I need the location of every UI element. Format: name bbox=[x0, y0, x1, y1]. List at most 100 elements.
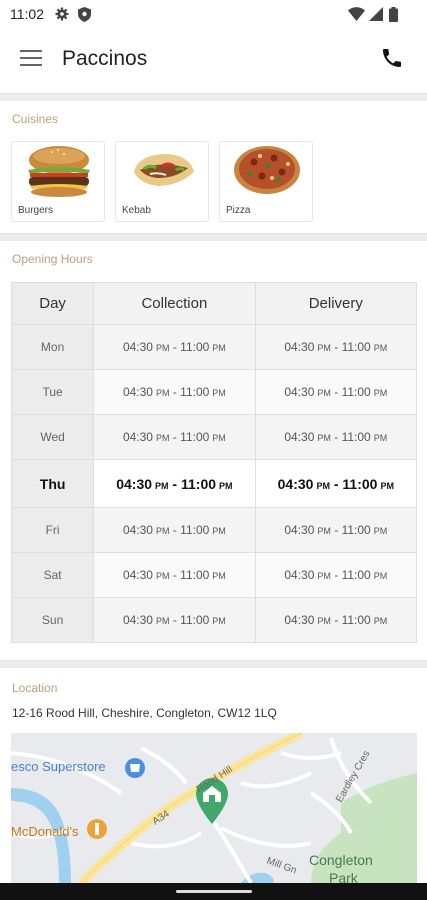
close-time: 11:00 bbox=[341, 613, 371, 627]
table-row: Sun 04:30 PM - 11:00 PM 04:30 PM - 11:00 PM bbox=[10, 597, 418, 643]
location-heading: Location bbox=[12, 681, 58, 695]
open-time: 04:30 bbox=[284, 340, 315, 354]
open-time: 04:30 bbox=[122, 568, 153, 582]
time-suffix: PM bbox=[212, 388, 226, 398]
menu-icon[interactable] bbox=[20, 50, 42, 70]
time-suffix: PM bbox=[155, 571, 170, 581]
time-suffix: PM bbox=[317, 526, 331, 536]
close-time: 11:00 bbox=[180, 340, 210, 354]
kebab-image bbox=[128, 142, 198, 198]
location-map[interactable]: esco Superstore McDonald's Rood Hill A34… bbox=[11, 733, 417, 883]
table-header-collection: Collection bbox=[93, 282, 256, 325]
time-separator: - bbox=[169, 523, 181, 537]
open-time: 04:30 bbox=[122, 613, 153, 627]
close-time: 11:00 bbox=[342, 475, 378, 492]
day-cell: Fri bbox=[10, 507, 95, 553]
day-cell: Tue bbox=[10, 369, 95, 415]
time-suffix: PM bbox=[380, 480, 394, 491]
time-suffix: PM bbox=[373, 616, 388, 626]
delivery-hours-cell: 04:30 PM - 11:00 PM bbox=[254, 507, 418, 553]
pizza-image bbox=[232, 142, 302, 198]
table-row: Tue 04:30 PM - 11:00 PM 04:30 PM - 11:00 PM bbox=[10, 369, 418, 415]
cuisine-card-pizza[interactable]: Pizza bbox=[219, 141, 313, 222]
time-suffix: PM bbox=[317, 388, 331, 398]
close-time: 11:00 bbox=[341, 523, 371, 537]
open-time: 04:30 bbox=[122, 385, 153, 399]
close-time: 11:00 bbox=[341, 340, 371, 354]
close-time: 11:00 bbox=[180, 613, 210, 627]
delivery-hours-cell: 04:30 PM - 11:00 PM bbox=[254, 324, 418, 370]
map-label-park: Park bbox=[329, 870, 359, 883]
open-time: 04:30 bbox=[284, 613, 315, 627]
delivery-hours-cell: 04:30 PM - 11:00 PM bbox=[254, 597, 418, 643]
app-bar: Paccinos bbox=[0, 30, 427, 92]
time-suffix: PM bbox=[317, 616, 331, 626]
opening-hours-table: Day Collection Delivery Mon 04:30 PM - 11:… bbox=[10, 282, 418, 643]
cuisine-card-burgers[interactable]: Burgers bbox=[11, 141, 105, 222]
table-row: Sat 04:30 PM - 11:00 PM 04:30 PM - 11:00 PM bbox=[10, 552, 418, 598]
delivery-hours-cell: 04:30 PM - 11:00 PM bbox=[254, 459, 418, 508]
phone-icon[interactable] bbox=[380, 46, 404, 70]
day-cell: Sat bbox=[10, 552, 95, 598]
time-suffix: PM bbox=[317, 343, 331, 353]
time-suffix: PM bbox=[212, 571, 226, 581]
time-suffix: PM bbox=[373, 343, 388, 353]
time-suffix: PM bbox=[155, 616, 170, 626]
page-title: Paccinos bbox=[62, 47, 148, 70]
open-time: 04:30 bbox=[122, 523, 153, 537]
table-row: Wed 04:30 PM - 11:00 PM 04:30 PM - 11:00 PM bbox=[10, 414, 418, 460]
close-time: 11:00 bbox=[180, 475, 217, 492]
open-time: 04:30 bbox=[122, 430, 153, 444]
close-time: 11:00 bbox=[341, 430, 371, 444]
address-text: 12-16 Rood Hill, Cheshire, Congleton, CW… bbox=[12, 706, 277, 720]
time-suffix: PM bbox=[212, 616, 226, 626]
open-time: 04:30 bbox=[284, 385, 315, 399]
time-suffix: PM bbox=[373, 388, 388, 398]
open-time: 04:30 bbox=[116, 475, 153, 492]
home-gesture-handle[interactable] bbox=[176, 890, 252, 893]
time-suffix: PM bbox=[155, 388, 170, 398]
collection-hours-cell: 04:30 PM - 11:00 PM bbox=[93, 552, 256, 598]
opening-hours-heading: Opening Hours bbox=[12, 252, 93, 266]
day-cell: Wed bbox=[10, 414, 95, 460]
time-suffix: PM bbox=[373, 433, 388, 443]
open-time: 04:30 bbox=[284, 568, 315, 582]
time-separator: - bbox=[169, 568, 181, 582]
time-separator: - bbox=[169, 613, 181, 627]
system-nav-bar bbox=[0, 883, 427, 900]
open-time: 04:30 bbox=[277, 475, 314, 492]
burger-image bbox=[24, 142, 94, 198]
map-label-tesco: esco Superstore bbox=[11, 759, 106, 774]
day-cell: Sun bbox=[10, 597, 95, 643]
table-header-delivery: Delivery bbox=[254, 282, 418, 325]
time-separator: - bbox=[330, 568, 342, 582]
map-label-congleton: Congleton bbox=[309, 852, 373, 868]
wifi-icon bbox=[348, 7, 365, 26]
open-time: 04:30 bbox=[122, 340, 153, 354]
time-separator: - bbox=[169, 430, 181, 444]
collection-hours-cell: 04:30 PM - 11:00 PM bbox=[93, 597, 256, 643]
day-cell: Mon bbox=[10, 324, 95, 370]
day-cell: Thu bbox=[10, 459, 95, 508]
table-row: Fri 04:30 PM - 11:00 PM 04:30 PM - 11:00 PM bbox=[10, 507, 418, 553]
section-divider bbox=[0, 233, 427, 241]
shield-icon bbox=[78, 7, 91, 27]
close-time: 11:00 bbox=[180, 523, 210, 537]
cuisines-heading: Cuisines bbox=[12, 112, 59, 126]
time-suffix: PM bbox=[373, 571, 388, 581]
time-separator: - bbox=[330, 340, 342, 354]
close-time: 11:00 bbox=[180, 568, 210, 582]
table-row: Mon 04:30 PM - 11:00 PM 04:30 PM - 11:00 PM bbox=[10, 324, 418, 370]
time-suffix: PM bbox=[212, 343, 226, 353]
section-divider bbox=[0, 93, 427, 101]
time-separator: - bbox=[330, 430, 342, 444]
time-suffix: PM bbox=[373, 526, 388, 536]
collection-hours-cell: 04:30 PM - 11:00 PM bbox=[93, 414, 256, 460]
time-suffix: PM bbox=[316, 480, 330, 491]
time-separator: - bbox=[169, 385, 181, 399]
cuisine-label: Kebab bbox=[122, 205, 151, 216]
time-suffix: PM bbox=[155, 343, 170, 353]
close-time: 11:00 bbox=[341, 385, 371, 399]
cuisine-card-kebab[interactable]: Kebab bbox=[115, 141, 209, 222]
time-suffix: PM bbox=[219, 480, 233, 491]
